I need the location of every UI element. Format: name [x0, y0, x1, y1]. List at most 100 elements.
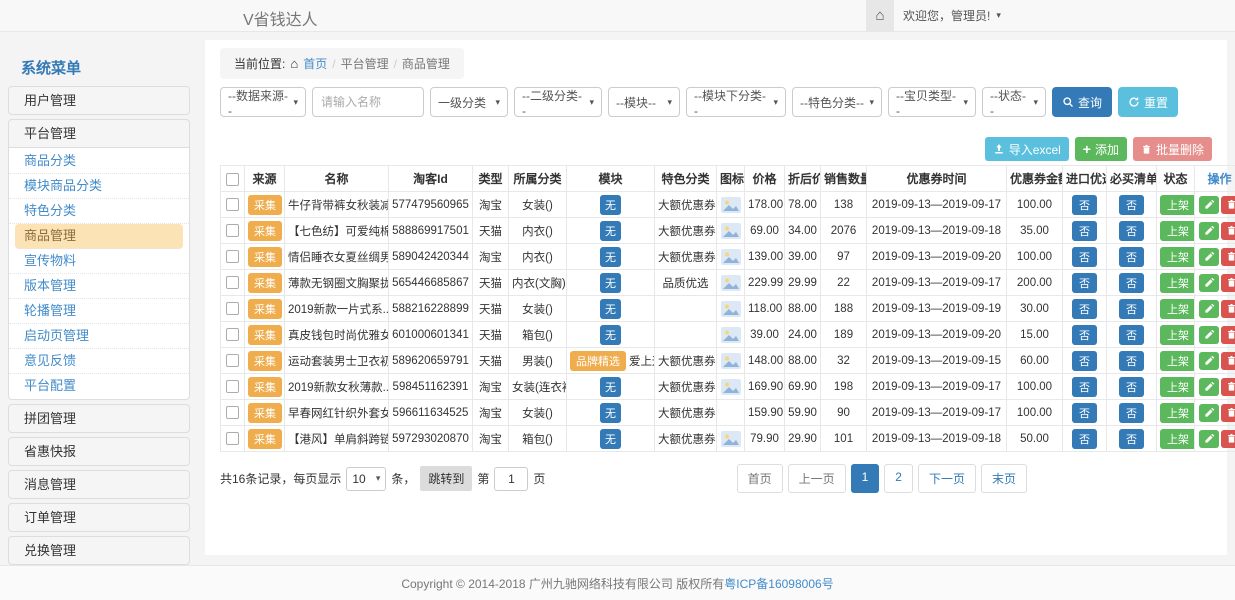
name-filter-input[interactable] [312, 87, 424, 117]
batch-delete-button[interactable]: 批量删除 [1133, 137, 1212, 161]
import-select-toggle[interactable]: 否 [1072, 195, 1097, 215]
row-checkbox[interactable] [226, 328, 239, 341]
pager-page-1[interactable]: 1 [851, 464, 880, 493]
must-buy-toggle[interactable]: 否 [1119, 247, 1144, 267]
pager-prev[interactable]: 上一页 [788, 464, 846, 493]
sidebar-item-feedback[interactable]: 意见反馈 [9, 349, 189, 374]
import-select-toggle[interactable]: 否 [1072, 273, 1097, 293]
import-select-toggle[interactable]: 否 [1072, 429, 1097, 449]
sidebar-item-special-category[interactable]: 特色分类 [9, 199, 189, 224]
edit-button[interactable] [1199, 326, 1219, 344]
row-checkbox[interactable] [226, 276, 239, 289]
sidebar-section-order[interactable]: 订单管理 [8, 503, 190, 532]
status-toggle[interactable]: 上架 [1160, 377, 1195, 397]
delete-button[interactable] [1221, 196, 1235, 214]
item-type-select[interactable]: --宝贝类型-- ▾ [888, 87, 976, 117]
sidebar-item-goods-category[interactable]: 商品分类 [9, 149, 189, 174]
data-source-select[interactable]: --数据来源-- ▾ [220, 87, 306, 117]
status-toggle[interactable]: 上架 [1160, 429, 1195, 449]
status-toggle[interactable]: 上架 [1160, 221, 1195, 241]
reset-button[interactable]: 重置 [1118, 87, 1178, 117]
sidebar-item-version[interactable]: 版本管理 [9, 274, 189, 299]
icp-link[interactable]: 粤ICP备16098006号 [724, 575, 833, 592]
status-toggle[interactable]: 上架 [1160, 273, 1195, 293]
pager-first[interactable]: 首页 [737, 464, 783, 493]
sidebar-section-platform[interactable]: 平台管理 [8, 119, 190, 148]
delete-button[interactable] [1221, 352, 1235, 370]
breadcrumb-home-link[interactable]: 首页 [303, 55, 327, 72]
must-buy-toggle[interactable]: 否 [1119, 299, 1144, 319]
module-sub-select[interactable]: --模块下分类-- ▾ [686, 87, 786, 117]
sidebar-item-promo-material[interactable]: 宣传物料 [9, 249, 189, 274]
delete-button[interactable] [1221, 300, 1235, 318]
must-buy-toggle[interactable]: 否 [1119, 325, 1144, 345]
edit-button[interactable] [1199, 248, 1219, 266]
module-select[interactable]: --模块-- ▾ [608, 87, 680, 117]
delete-button[interactable] [1221, 326, 1235, 344]
edit-button[interactable] [1199, 274, 1219, 292]
sidebar-item-module-goods-category[interactable]: 模块商品分类 [9, 174, 189, 199]
sidebar-section-express[interactable]: 省惠快报 [8, 437, 190, 466]
jump-button[interactable]: 跳转到 [420, 466, 472, 491]
sidebar-item-platform-config[interactable]: 平台配置 [9, 374, 189, 398]
edit-button[interactable] [1199, 222, 1219, 240]
row-checkbox[interactable] [226, 198, 239, 211]
page-size-select[interactable]: 10 ▾ [346, 467, 386, 491]
sidebar-item-carousel[interactable]: 轮播管理 [9, 299, 189, 324]
delete-button[interactable] [1221, 222, 1235, 240]
import-select-toggle[interactable]: 否 [1072, 351, 1097, 371]
status-toggle[interactable]: 上架 [1160, 403, 1195, 423]
level1-category-select[interactable]: 一级分类 ▾ [430, 87, 508, 117]
edit-button[interactable] [1199, 430, 1219, 448]
row-checkbox[interactable] [226, 354, 239, 367]
user-menu[interactable]: 欢迎您，管理员! ▾ [903, 0, 1001, 31]
must-buy-toggle[interactable]: 否 [1119, 221, 1144, 241]
import-select-toggle[interactable]: 否 [1072, 403, 1097, 423]
row-checkbox[interactable] [226, 250, 239, 263]
search-button[interactable]: 查询 [1052, 87, 1112, 117]
edit-button[interactable] [1199, 352, 1219, 370]
status-toggle[interactable]: 上架 [1160, 351, 1195, 371]
must-buy-toggle[interactable]: 否 [1119, 351, 1144, 371]
import-select-toggle[interactable]: 否 [1072, 247, 1097, 267]
sidebar-section-user[interactable]: 用户管理 [8, 86, 190, 115]
edit-button[interactable] [1199, 378, 1219, 396]
import-select-toggle[interactable]: 否 [1072, 299, 1097, 319]
status-select[interactable]: --状态-- ▾ [982, 87, 1046, 117]
select-all-checkbox[interactable] [226, 173, 239, 186]
edit-button[interactable] [1199, 300, 1219, 318]
import-select-toggle[interactable]: 否 [1072, 325, 1097, 345]
pager-last[interactable]: 末页 [981, 464, 1027, 493]
import-select-toggle[interactable]: 否 [1072, 221, 1097, 241]
delete-button[interactable] [1221, 248, 1235, 266]
status-toggle[interactable]: 上架 [1160, 299, 1195, 319]
sidebar-item-goods-management[interactable]: 商品管理 [15, 224, 183, 249]
status-toggle[interactable]: 上架 [1160, 195, 1195, 215]
row-checkbox[interactable] [226, 406, 239, 419]
status-toggle[interactable]: 上架 [1160, 325, 1195, 345]
must-buy-toggle[interactable]: 否 [1119, 403, 1144, 423]
row-checkbox[interactable] [226, 224, 239, 237]
pager-next[interactable]: 下一页 [918, 464, 976, 493]
add-button[interactable]: + 添加 [1075, 137, 1127, 161]
delete-button[interactable] [1221, 378, 1235, 396]
delete-button[interactable] [1221, 404, 1235, 422]
row-checkbox[interactable] [226, 432, 239, 445]
must-buy-toggle[interactable]: 否 [1119, 429, 1144, 449]
must-buy-toggle[interactable]: 否 [1119, 273, 1144, 293]
must-buy-toggle[interactable]: 否 [1119, 195, 1144, 215]
row-checkbox[interactable] [226, 302, 239, 315]
sidebar-item-splash-page[interactable]: 启动页管理 [9, 324, 189, 349]
sidebar-section-group-buy[interactable]: 拼团管理 [8, 404, 190, 433]
level2-category-select[interactable]: --二级分类-- ▾ [514, 87, 602, 117]
delete-button[interactable] [1221, 274, 1235, 292]
home-button[interactable]: ⌂ [866, 0, 894, 31]
status-toggle[interactable]: 上架 [1160, 247, 1195, 267]
edit-button[interactable] [1199, 404, 1219, 422]
import-excel-button[interactable]: 导入excel [985, 137, 1069, 161]
must-buy-toggle[interactable]: 否 [1119, 377, 1144, 397]
pager-page-2[interactable]: 2 [884, 464, 913, 493]
edit-button[interactable] [1199, 196, 1219, 214]
delete-button[interactable] [1221, 430, 1235, 448]
import-select-toggle[interactable]: 否 [1072, 377, 1097, 397]
